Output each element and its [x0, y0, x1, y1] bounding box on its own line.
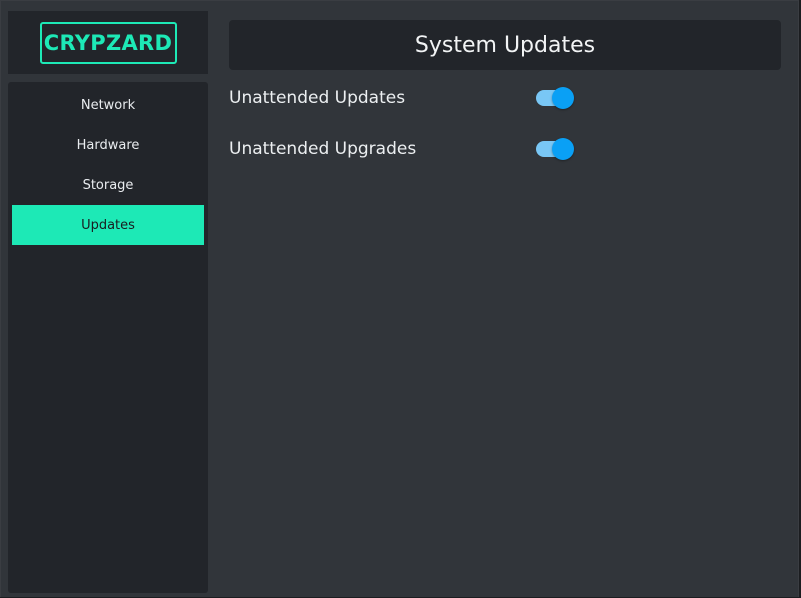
sidebar: Network Hardware Storage Updates: [8, 82, 208, 593]
setting-label: Unattended Updates: [229, 88, 406, 108]
sidebar-item-network[interactable]: Network: [12, 85, 204, 125]
unattended-updates-toggle[interactable]: [536, 87, 574, 109]
sidebar-item-storage[interactable]: Storage: [12, 165, 204, 205]
sidebar-item-label: Storage: [82, 177, 134, 193]
setting-row-unattended-updates: Unattended Updates: [229, 83, 574, 113]
sidebar-item-label: Network: [80, 97, 136, 113]
setting-label: Unattended Upgrades: [229, 139, 417, 159]
logo-panel: CRYPZARD: [8, 11, 208, 74]
brand-logo: CRYPZARD: [39, 21, 177, 64]
sidebar-item-hardware[interactable]: Hardware: [12, 125, 204, 165]
toggle-thumb: [552, 87, 574, 109]
toggle-thumb: [552, 138, 574, 160]
setting-row-unattended-upgrades: Unattended Upgrades: [229, 134, 574, 164]
page-title-bar: System Updates: [229, 20, 781, 70]
app-window: CRYPZARD Network Hardware Storage Update…: [0, 0, 799, 597]
sidebar-item-label: Hardware: [76, 137, 140, 153]
sidebar-item-label: Updates: [81, 217, 135, 233]
sidebar-item-updates[interactable]: Updates: [12, 205, 204, 245]
unattended-upgrades-toggle[interactable]: [536, 138, 574, 160]
page-title: System Updates: [414, 32, 596, 58]
